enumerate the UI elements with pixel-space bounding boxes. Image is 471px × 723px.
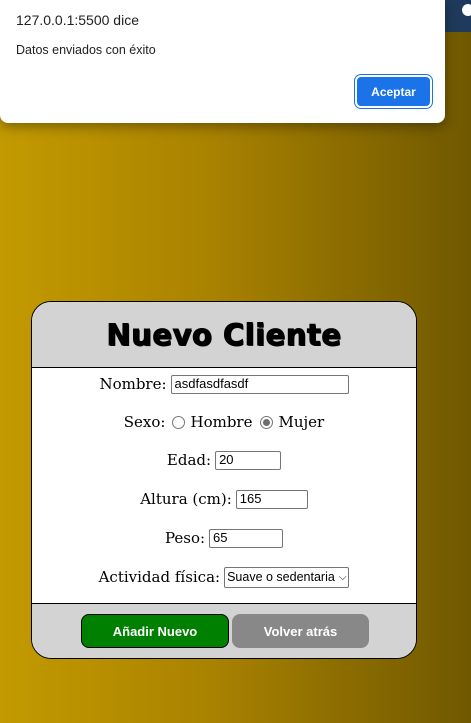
alert-accept-button[interactable]: Aceptar — [357, 77, 430, 106]
peso-label: Peso: — [164, 529, 206, 547]
sexo-label: Sexo: — [123, 413, 166, 431]
hombre-option-label: Hombre — [190, 413, 253, 431]
actividad-label: Actividad física: — [98, 568, 221, 586]
actividad-row: Actividad física: Suave o sedentaria ⌵ — [32, 565, 416, 589]
peso-row: Peso: 65 — [32, 526, 416, 550]
form-title: Nuevo Cliente — [106, 317, 342, 352]
sexo-row: Sexo: Hombre Mujer — [32, 410, 416, 434]
edad-input[interactable]: 20 — [215, 450, 282, 470]
profile-icon[interactable] — [462, 4, 471, 16]
hombre-radio[interactable] — [172, 415, 186, 429]
actividad-selected-value: Suave o sedentaria — [227, 570, 335, 584]
form-footer: Añadir Nuevo Volver atrás — [32, 603, 416, 658]
form-header: Nuevo Cliente — [32, 302, 416, 368]
altura-label: Altura (cm): — [140, 490, 232, 508]
alert-message: Datos enviados con éxito — [16, 43, 156, 57]
alert-title: 127.0.0.1:5500 dice — [16, 12, 139, 28]
peso-input[interactable]: 65 — [209, 528, 284, 548]
alert-dialog: 127.0.0.1:5500 dice Datos enviados con é… — [0, 0, 445, 123]
mujer-option-label: Mujer — [278, 413, 325, 431]
altura-input[interactable]: 165 — [235, 489, 308, 509]
add-new-button[interactable]: Añadir Nuevo — [81, 614, 229, 648]
actividad-select[interactable]: Suave o sedentaria ⌵ — [224, 566, 350, 588]
nombre-row: Nombre: asdfasdfasdf — [32, 372, 416, 396]
new-client-form: Nuevo Cliente Nombre: asdfasdfasdf Sexo:… — [31, 301, 417, 659]
edad-row: Edad: 20 — [32, 448, 416, 472]
mujer-radio[interactable] — [260, 415, 274, 429]
chevron-down-icon: ⌵ — [338, 571, 347, 583]
back-button[interactable]: Volver atrás — [232, 614, 369, 648]
altura-row: Altura (cm): 165 — [32, 487, 416, 511]
edad-label: Edad: — [166, 451, 212, 469]
form-body: Nombre: asdfasdfasdf Sexo: Hombre Mujer … — [32, 368, 416, 604]
nombre-label: Nombre: — [99, 375, 167, 393]
nombre-input[interactable]: asdfasdfasdf — [170, 374, 349, 394]
